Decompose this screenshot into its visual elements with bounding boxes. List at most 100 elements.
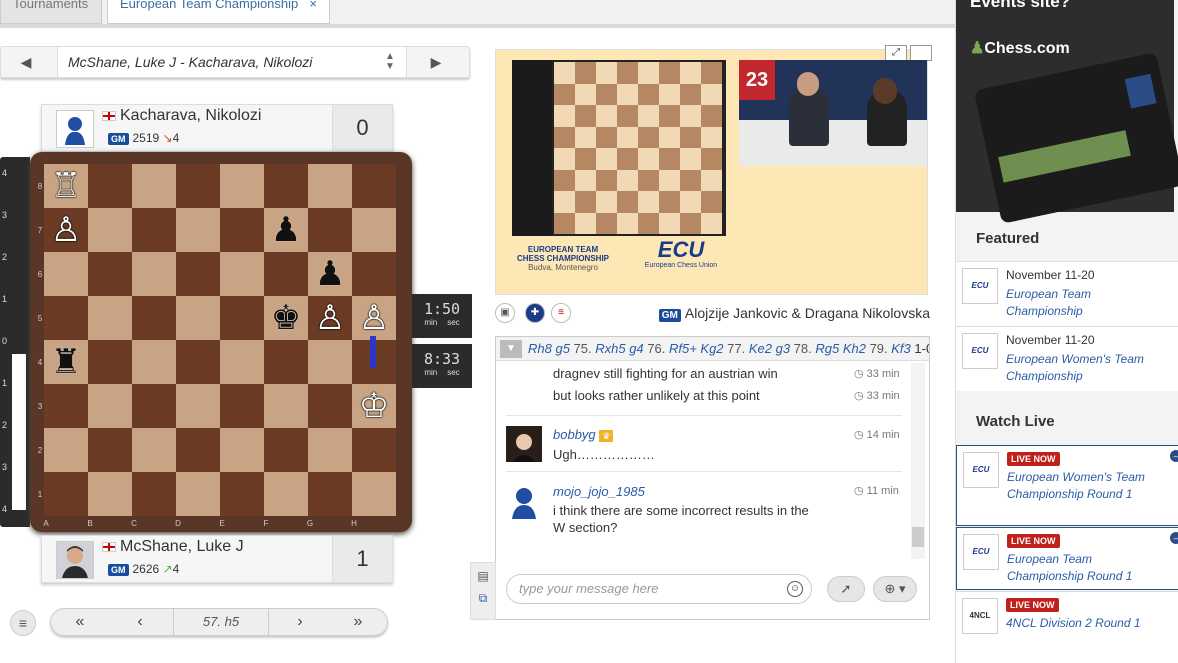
language-select[interactable]: ⊕ ▾ [873, 576, 917, 602]
board-square[interactable] [264, 428, 308, 472]
board-square[interactable] [132, 164, 176, 208]
board-square[interactable] [132, 472, 176, 516]
board-square[interactable] [44, 428, 88, 472]
board-square[interactable] [44, 296, 88, 340]
board-square[interactable] [88, 164, 132, 208]
move-link[interactable]: 1-0 [914, 341, 929, 356]
black-rook-piece[interactable]: ♜ [44, 340, 88, 384]
prev-game-button[interactable]: ◀ [1, 47, 51, 77]
move-link[interactable]: Kf3 [891, 341, 914, 356]
board-square[interactable] [308, 340, 352, 384]
board-square[interactable] [88, 428, 132, 472]
board-square[interactable] [132, 428, 176, 472]
board-square[interactable] [176, 164, 220, 208]
board-square[interactable] [220, 384, 264, 428]
first-move-button[interactable]: « [51, 609, 109, 635]
event-link[interactable]: European Team Championship [1006, 286, 1156, 320]
board-square[interactable] [176, 252, 220, 296]
board-square[interactable] [132, 340, 176, 384]
white-pawn-piece[interactable]: ♙ [44, 208, 88, 252]
send-button[interactable]: ➚ [827, 576, 865, 602]
board-square[interactable] [132, 208, 176, 252]
chat-link-icon[interactable]: ⧉ [471, 591, 495, 606]
board-square[interactable] [132, 296, 176, 340]
board-square[interactable] [220, 472, 264, 516]
event-link[interactable]: 4NCL Division 2 Round 1 [1006, 615, 1156, 632]
board-square[interactable] [220, 252, 264, 296]
board-square[interactable] [44, 384, 88, 428]
board-square[interactable] [352, 252, 396, 296]
prev-move-button[interactable]: ‹ [111, 609, 169, 635]
board-square[interactable] [88, 252, 132, 296]
black-pawn-piece[interactable]: ♟ [308, 252, 352, 296]
board-square[interactable] [308, 472, 352, 516]
board-square[interactable] [176, 472, 220, 516]
board-square[interactable] [88, 296, 132, 340]
board-square[interactable] [44, 252, 88, 296]
next-move-button[interactable]: › [271, 609, 329, 635]
chat-username[interactable]: bobbyg ♛ [553, 427, 614, 442]
board-square[interactable] [352, 208, 396, 252]
white-pawn-piece[interactable]: ♙ [308, 296, 352, 340]
select-arrows-icon[interactable]: ▲▼ [385, 52, 397, 72]
board-square[interactable] [176, 384, 220, 428]
board-square[interactable] [220, 296, 264, 340]
emoji-icon[interactable]: ☺ [787, 581, 803, 597]
live-event[interactable]: 4NCL LIVE NOW 4NCL Division 2 Round 1 [956, 591, 1178, 663]
move-link[interactable]: Rg5 [815, 341, 842, 356]
black-pawn-piece[interactable]: ♟ [264, 208, 308, 252]
board-square[interactable] [220, 428, 264, 472]
board-square[interactable] [308, 208, 352, 252]
popout-icon[interactable]: ⤢ [885, 45, 907, 61]
expand-icon[interactable]: – [1170, 450, 1178, 462]
board-square[interactable] [264, 384, 308, 428]
move-link[interactable]: Kg2 [700, 341, 727, 356]
board-square[interactable] [352, 428, 396, 472]
event-link[interactable]: European Women's Team Championship Round… [1007, 469, 1157, 503]
board-square[interactable] [264, 164, 308, 208]
close-tab-icon[interactable]: × [309, 0, 317, 10]
uk-flag-icon[interactable]: ✚ [525, 303, 545, 323]
black-king-piece[interactable]: ♚ [264, 296, 308, 340]
board-square[interactable] [176, 428, 220, 472]
chat-list-icon[interactable]: ▤ [471, 569, 495, 583]
board-square[interactable] [176, 208, 220, 252]
tab-european-team-championship[interactable]: European Team Championship × [107, 0, 330, 24]
move-link[interactable]: Ke2 [749, 341, 776, 356]
move-link[interactable]: g5 [555, 341, 573, 356]
board-square[interactable] [308, 384, 352, 428]
board-square[interactable] [220, 340, 264, 384]
chat-scroll-thumb[interactable] [912, 527, 924, 547]
menu-icon[interactable]: ≡ [10, 610, 36, 636]
board-square[interactable] [308, 164, 352, 208]
board-square[interactable] [176, 340, 220, 384]
game-select[interactable]: McShane, Luke J - Kacharava, Nikolozi [57, 47, 407, 77]
live-event[interactable]: ECU LIVE NOW European Women's Team Champ… [956, 445, 1178, 526]
moves-line[interactable]: Rh8 g5 75. Rxh5 g4 76. Rf5+ Kg2 77. Ke2 … [496, 337, 929, 361]
board-square[interactable] [132, 384, 176, 428]
board-square[interactable] [44, 472, 88, 516]
chat-username[interactable]: mojo_jojo_1985 [553, 484, 645, 499]
chat-input[interactable]: type your message here ☺ [506, 574, 812, 604]
board-square[interactable] [352, 472, 396, 516]
event-link[interactable]: European Team Championship Round 1 [1007, 551, 1157, 585]
fullscreen-icon[interactable] [910, 45, 932, 61]
camera-icon[interactable]: ▣ [495, 303, 515, 323]
board-square[interactable] [220, 208, 264, 252]
move-link[interactable]: Rf5+ [669, 341, 700, 356]
move-link[interactable]: Kh2 [843, 341, 870, 356]
next-game-button[interactable]: ▶ [411, 47, 461, 77]
board-square[interactable] [264, 340, 308, 384]
last-move-button[interactable]: » [329, 609, 387, 635]
expand-moves-icon[interactable]: ▼ [500, 340, 522, 358]
white-rook-piece[interactable]: ♖ [44, 164, 88, 208]
video-player[interactable]: ⤢ 23 EUROPEAN TEAM CHESS CHAMPIONSHIP Bu… [495, 45, 932, 295]
tab-tournaments[interactable]: Tournaments [0, 0, 102, 24]
board-square[interactable] [88, 472, 132, 516]
featured-event[interactable]: ECU November 11-20 European Women's Team… [956, 326, 1178, 391]
white-king-piece[interactable]: ♔ [352, 384, 396, 428]
board-square[interactable] [176, 296, 220, 340]
advertisement[interactable]: Events site? ♟Chess.com [956, 0, 1178, 224]
move-link[interactable]: Rxh5 [595, 341, 629, 356]
chess-board[interactable]: ♖ ♙ ♟ ♟ ♚ ♙ ♙ ♜ ♔ [44, 164, 396, 516]
